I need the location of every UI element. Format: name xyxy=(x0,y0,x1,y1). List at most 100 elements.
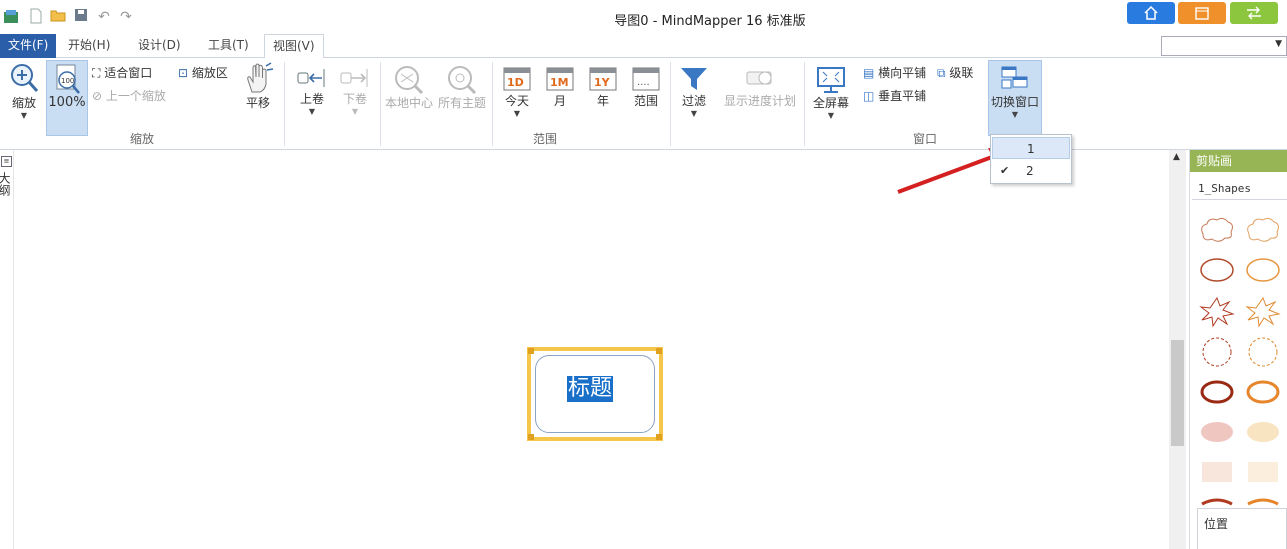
range-group-label: 范围 xyxy=(532,132,557,146)
separator xyxy=(380,62,381,146)
zoom-100-button[interactable]: 100 100% xyxy=(46,60,88,136)
ribbon: 缩放 ▼ 100 100% ⛶ 适合窗口 ⊡ 缩放区 ⊘ 上一个缩放 平移 缩放… xyxy=(0,58,1287,150)
local-center-button[interactable]: 本地中心 xyxy=(383,64,435,111)
fullscreen-button[interactable]: 全屏幕 ▼ xyxy=(810,66,852,120)
year-icon-text: 1Y xyxy=(594,76,610,89)
scroll-up-arrow-icon[interactable]: ▲ xyxy=(1173,152,1180,162)
hand-icon xyxy=(247,62,274,93)
cascade-label: 级联 xyxy=(949,66,974,80)
resize-handle[interactable] xyxy=(656,434,662,440)
clipart-category-select[interactable]: 1_Shapes xyxy=(1192,178,1287,200)
fit-window-button[interactable]: ⛶ 适合窗口 xyxy=(92,64,152,81)
tab-design[interactable]: 设计(D) xyxy=(130,34,189,58)
today-button[interactable]: 1D 今天 ▼ xyxy=(498,66,536,118)
tile-horizontal-button[interactable]: ▤ 横向平铺 xyxy=(863,64,926,81)
prev-zoom-button[interactable]: ⊘ 上一个缩放 xyxy=(92,87,166,104)
month-icon-text: 1M xyxy=(550,76,569,89)
position-section: 位置 xyxy=(1197,508,1287,549)
separator xyxy=(670,62,671,146)
outline-tab[interactable]: 大纲 xyxy=(0,172,13,196)
scroll-down-icon xyxy=(340,69,368,87)
all-topics-label: 所有主题 xyxy=(437,96,486,110)
range-button[interactable]: .... 范围 xyxy=(628,66,664,109)
resize-handle[interactable] xyxy=(656,348,662,354)
window-title: 导图0 - MindMapper 16 标准版 xyxy=(614,14,806,29)
filter-icon xyxy=(681,68,707,90)
filter-button[interactable]: 过滤 ▼ xyxy=(676,66,712,118)
zoom-percent: 100% xyxy=(48,95,86,110)
zoom-area-icon: ⊡ xyxy=(178,66,189,80)
local-center-icon xyxy=(395,66,424,94)
all-topics-icon xyxy=(448,66,477,94)
topic-text[interactable]: 标题 xyxy=(567,376,614,402)
prev-zoom-label: 上一个缩放 xyxy=(105,89,166,103)
show-progress-button[interactable]: 显示进度计划 xyxy=(720,66,800,109)
separator xyxy=(804,62,805,146)
caret-icon: ▼ xyxy=(1011,110,1019,119)
outline-sidebar: ≡ 大纲 xyxy=(0,150,14,549)
fit-window-label: 适合窗口 xyxy=(104,66,153,80)
caret-icon: ▼ xyxy=(513,109,521,118)
home-button[interactable] xyxy=(1127,2,1175,24)
window-menu-item-1[interactable]: 1 xyxy=(992,137,1070,159)
tab-view[interactable]: 视图(V) xyxy=(264,34,324,59)
cascade-icon: ⧉ xyxy=(937,66,946,80)
caret-icon: ▼ xyxy=(308,107,316,116)
all-topics-button[interactable]: 所有主题 xyxy=(436,64,488,111)
cascade-button[interactable]: ⧉ 级联 xyxy=(937,64,973,81)
swap-button[interactable] xyxy=(1230,2,1278,24)
scroll-down-button[interactable]: 下卷 ▼ xyxy=(337,66,373,116)
zoom-100-icon: 100 xyxy=(56,64,80,94)
tile-vertical-label: 垂直平铺 xyxy=(878,89,927,103)
outline-icon[interactable]: ≡ xyxy=(1,156,12,167)
title-bar: ↶ ↷ 导图0 - MindMapper 16 标准版 xyxy=(0,0,1287,34)
month-label: 月 xyxy=(553,94,566,108)
scroll-up-button[interactable]: 上卷 ▼ xyxy=(294,66,330,116)
chevron-down-icon: ▼ xyxy=(1275,39,1282,49)
style-combo[interactable]: ▼ xyxy=(1161,36,1287,56)
switch-window-menu: 1 ✔ 2 xyxy=(990,134,1072,184)
zoom-label: 缩放 xyxy=(11,96,36,110)
calendar-button[interactable] xyxy=(1178,2,1226,24)
switch-window-label: 切换窗口 xyxy=(990,95,1039,109)
magnifier-icon xyxy=(11,64,39,92)
zoom-button[interactable]: 缩放 ▼ xyxy=(4,62,44,120)
fit-window-icon: ⛶ xyxy=(92,66,101,80)
switch-window-icon xyxy=(1001,66,1028,89)
clipart-panel-header: 剪贴画 xyxy=(1190,150,1287,172)
position-label: 位置 xyxy=(1204,517,1229,531)
tile-vertical-button[interactable]: ◫ 垂直平铺 xyxy=(863,87,926,104)
tile-horizontal-icon: ▤ xyxy=(863,66,875,80)
today-icon-text: 1D xyxy=(507,76,524,89)
year-button[interactable]: 1Y 年 xyxy=(585,66,621,109)
resize-handle[interactable] xyxy=(528,434,534,440)
window-menu-item-2[interactable]: ✔ 2 xyxy=(992,160,1070,182)
pan-button[interactable]: 平移 xyxy=(240,62,276,111)
filter-label: 过滤 xyxy=(681,94,706,108)
tab-start[interactable]: 开始(H) xyxy=(60,34,118,58)
year-label: 年 xyxy=(596,94,609,108)
zoom-group-label: 缩放 xyxy=(129,132,154,146)
window-menu-item-label: 2 xyxy=(1026,164,1034,178)
range-label: 范围 xyxy=(633,94,658,108)
calendar-range-icon: .... xyxy=(632,67,660,91)
month-button[interactable]: 1M 月 xyxy=(542,66,578,109)
tab-file[interactable]: 文件(F) xyxy=(0,34,57,58)
zoom-area-label: 缩放区 xyxy=(191,66,228,80)
svg-text:....: .... xyxy=(637,77,650,88)
fullscreen-label: 全屏幕 xyxy=(812,96,849,110)
resize-handle[interactable] xyxy=(528,348,534,354)
local-center-label: 本地中心 xyxy=(384,96,433,110)
clipart-gallery[interactable] xyxy=(1195,212,1287,508)
separator xyxy=(284,62,285,146)
switch-window-button[interactable]: 切换窗口 ▼ xyxy=(988,60,1042,136)
caret-icon: ▼ xyxy=(20,111,28,120)
scrollbar-thumb[interactable] xyxy=(1171,340,1184,446)
tab-tools[interactable]: 工具(T) xyxy=(200,34,257,58)
monitor-icon xyxy=(817,67,845,93)
scroll-up-label: 上卷 xyxy=(299,92,324,106)
scroll-down-label: 下卷 xyxy=(342,92,367,106)
menu-bar: 文件(F) 开始(H) 设计(D) 工具(T) 视图(V) xyxy=(0,34,1287,59)
central-topic[interactable]: 标题 xyxy=(527,347,663,441)
zoom-area-button[interactable]: ⊡ 缩放区 xyxy=(178,64,228,81)
